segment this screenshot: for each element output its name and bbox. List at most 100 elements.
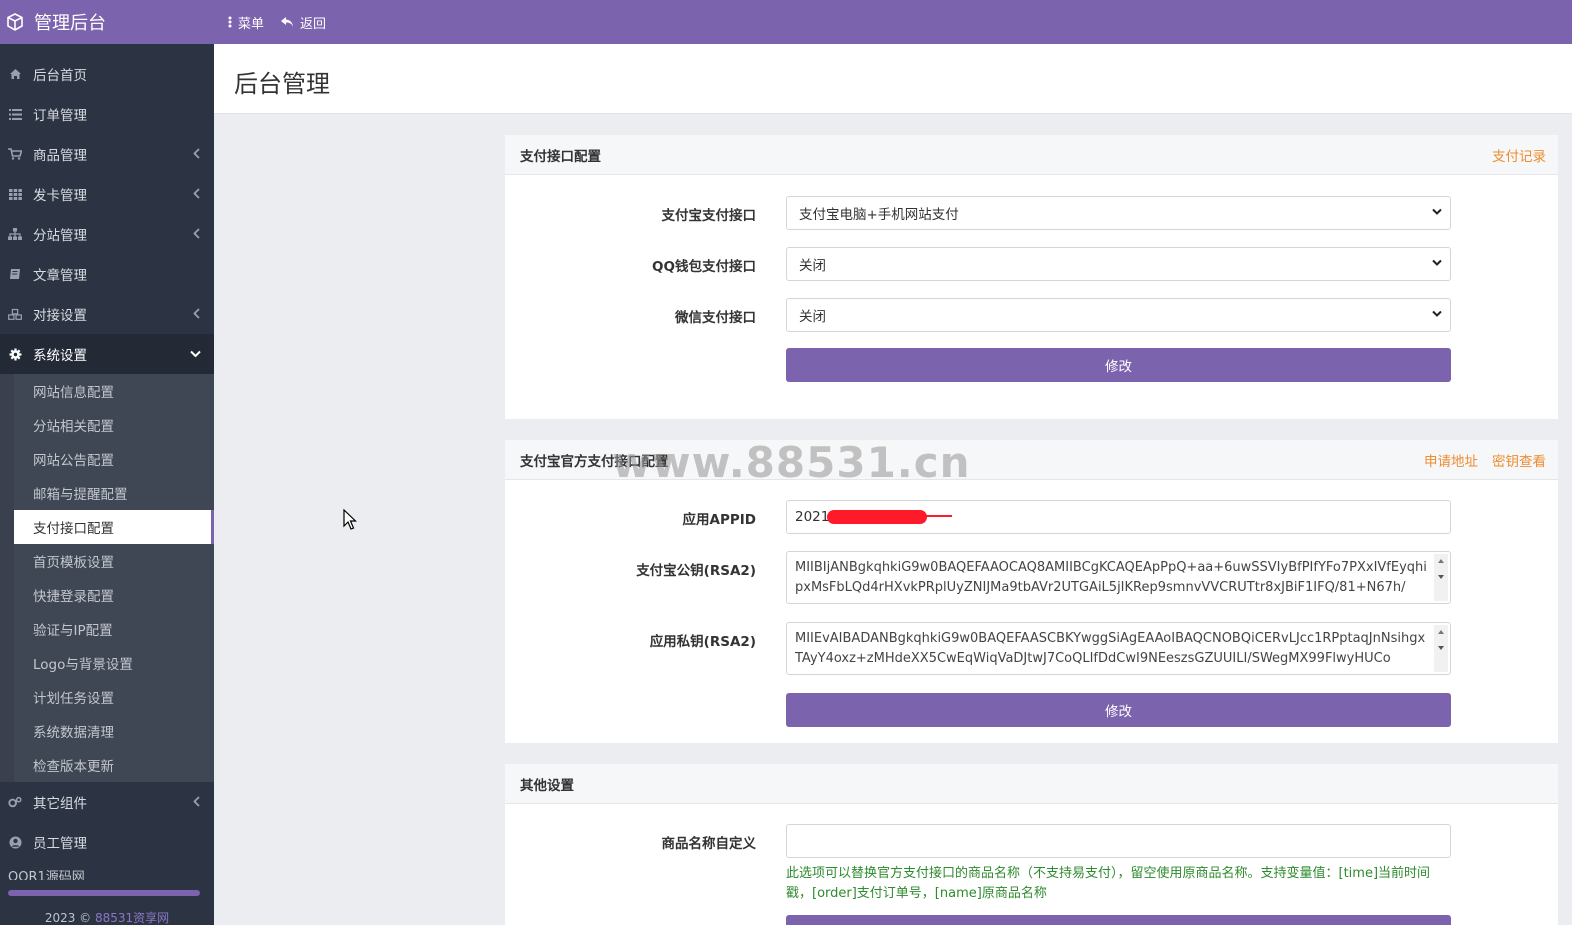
textarea-scrollbar[interactable]	[1434, 625, 1448, 672]
scroll-up-icon	[1438, 559, 1444, 563]
chevron-left-icon	[193, 188, 200, 199]
ellipsis-vertical-icon	[228, 16, 232, 28]
sitemap-icon	[8, 227, 22, 241]
sidebar: 后台首页 订单管理 商品管理 发卡管理 分站管理 文章管理 对接设置 系统设置 …	[0, 44, 214, 925]
sidebar-item-partial[interactable]: QQR1源码网	[0, 862, 214, 880]
sidebar-item-articles[interactable]: 文章管理	[0, 254, 214, 294]
submenu-item-announcement[interactable]: 网站公告配置	[0, 442, 214, 476]
submenu-item-logo-bg[interactable]: Logo与背景设置	[0, 646, 214, 680]
payment-submit-button[interactable]: 修改	[786, 348, 1451, 382]
panel-title: 支付接口配置	[520, 148, 601, 165]
redaction-mark-tail	[922, 515, 952, 517]
sidebar-item-other-components[interactable]: 其它组件	[0, 782, 214, 822]
sidebar-item-home[interactable]: 后台首页	[0, 54, 214, 94]
chevron-left-icon	[193, 228, 200, 239]
submenu-item-site-info[interactable]: 网站信息配置	[0, 374, 214, 408]
panel-title: 其他设置	[520, 777, 574, 794]
app-privkey-row: 应用私钥(RSA2) MIIEvAIBADANBgkqhkiG9w0BAQEFA…	[505, 622, 1558, 675]
submenu-item-verify-ip[interactable]: 验证与IP配置	[0, 612, 214, 646]
textarea-value: MIIBIjANBgkqhkiG9w0BAQEFAAOCAQ8AMIIBCgKC…	[795, 560, 1427, 595]
product-name-control: 此选项可以替换官方支付接口的商品名称（不支持易支付），留空使用原商品名称。支持变…	[786, 824, 1451, 904]
apply-address-link[interactable]: 申请地址	[1424, 450, 1478, 470]
chevron-down-icon	[1432, 259, 1442, 266]
cubes-icon	[8, 307, 22, 321]
alipay-submit-button[interactable]: 修改	[786, 693, 1451, 727]
appid-input[interactable]: 2021	[786, 500, 1451, 534]
submenu-item-cron[interactable]: 计划任务设置	[0, 680, 214, 714]
menu-label: 菜单	[238, 16, 265, 32]
sidebar-item-system-settings[interactable]: 系统设置	[0, 334, 214, 374]
sidebar-item-substations[interactable]: 分站管理	[0, 214, 214, 254]
copyright-link[interactable]: 88531资享网	[95, 911, 169, 925]
chevron-left-icon	[193, 308, 200, 319]
payment-records-link[interactable]: 支付记录	[1492, 145, 1546, 165]
sidebar-scrollbar[interactable]	[8, 890, 200, 896]
submenu-item-quick-login[interactable]: 快捷登录配置	[0, 578, 214, 612]
appid-row: 应用APPID 2021	[505, 500, 1558, 534]
field-label: QQ钱包支付接口	[652, 259, 756, 275]
sidebar-item-label: 员工管理	[33, 836, 87, 852]
page-title: 后台管理	[234, 70, 330, 98]
back-button[interactable]: 返回	[280, 13, 326, 32]
sidebar-item-products[interactable]: 商品管理	[0, 134, 214, 174]
scroll-down-icon	[1438, 575, 1444, 579]
chevron-left-icon	[193, 148, 200, 159]
submenu-item-data-clean[interactable]: 系统数据清理	[0, 714, 214, 748]
sidebar-item-label: 分站管理	[33, 228, 87, 244]
qq-wallet-interface-row: QQ钱包支付接口 关闭	[505, 247, 1558, 281]
watermark: www.88531.cn	[612, 438, 971, 487]
alipay-pubkey-textarea[interactable]: MIIBIjANBgkqhkiG9w0BAQEFAAOCAQ8AMIIBCgKC…	[786, 551, 1451, 604]
field-label: 支付宝支付接口	[661, 208, 757, 224]
submenu-item-update[interactable]: 检查版本更新	[0, 748, 214, 782]
field-label: 应用APPID	[682, 512, 756, 528]
redaction-mark	[827, 510, 927, 524]
wechat-interface-select[interactable]: 关闭	[786, 298, 1451, 332]
field-label: 商品名称自定义	[661, 836, 757, 852]
submenu-item-template[interactable]: 首页模板设置	[0, 544, 214, 578]
submenu-item-payment[interactable]: 支付接口配置	[14, 510, 214, 544]
key-view-link[interactable]: 密钥查看	[1492, 450, 1546, 470]
product-name-input[interactable]	[786, 824, 1451, 858]
other-submit-button[interactable]	[786, 915, 1451, 925]
top-bar: 管理后台 菜单 返回	[0, 0, 1572, 44]
submenu-item-substation-config[interactable]: 分站相关配置	[0, 408, 214, 442]
select-value: 支付宝电脑+手机网站支付	[799, 207, 959, 223]
home-icon	[8, 67, 22, 81]
menu-toggle-button[interactable]: 菜单	[228, 13, 264, 32]
textarea-scrollbar[interactable]	[1434, 554, 1448, 601]
chevron-down-icon	[190, 350, 201, 358]
sidebar-item-staff[interactable]: 员工管理	[0, 822, 214, 862]
app-privkey-textarea[interactable]: MIIEvAIBADANBgkqhkiG9w0BAQEFAASCBKYwggSi…	[786, 622, 1451, 675]
content-header: 后台管理	[214, 44, 1572, 114]
book-icon	[8, 267, 22, 281]
cart-icon	[8, 147, 22, 161]
app-title: 管理后台	[34, 13, 106, 34]
alipay-pubkey-row: 支付宝公钥(RSA2) MIIBIjANBgkqhkiG9w0BAQEFAAOC…	[505, 551, 1558, 604]
field-label: 支付宝公钥(RSA2)	[636, 563, 756, 579]
copyright-year: 2023 ©	[44, 911, 92, 925]
gears-icon	[8, 795, 22, 809]
chevron-down-icon	[1432, 310, 1442, 317]
sidebar-item-label: 文章管理	[33, 268, 87, 284]
sidebar-item-integration[interactable]: 对接设置	[0, 294, 214, 334]
alipay-interface-row: 支付宝支付接口 支付宝电脑+手机网站支付	[505, 196, 1558, 230]
sidebar-item-orders[interactable]: 订单管理	[0, 94, 214, 134]
sidebar-item-cards[interactable]: 发卡管理	[0, 174, 214, 214]
select-value: 关闭	[799, 258, 826, 274]
panel-links: 支付记录	[1478, 135, 1546, 175]
panel-header: 其他设置	[505, 764, 1558, 804]
sidebar-item-label: 系统设置	[33, 348, 87, 364]
input-value: 2021	[795, 509, 830, 525]
panel-header: 支付接口配置 支付记录	[505, 135, 1558, 175]
alipay-interface-select[interactable]: 支付宝电脑+手机网站支付	[786, 196, 1451, 230]
qq-wallet-interface-select[interactable]: 关闭	[786, 247, 1451, 281]
brand[interactable]: 管理后台	[0, 0, 214, 44]
cube-icon	[7, 13, 23, 31]
sidebar-item-label: 其它组件	[33, 796, 87, 812]
product-name-help: 此选项可以替换官方支付接口的商品名称（不支持易支付），留空使用原商品名称。支持变…	[786, 866, 1431, 901]
submenu-item-email[interactable]: 邮箱与提醒配置	[0, 476, 214, 510]
copyright: 2023 © 88531资享网	[0, 909, 214, 925]
field-label: 应用私钥(RSA2)	[649, 634, 756, 650]
payment-config-panel: 支付接口配置 支付记录 支付宝支付接口 支付宝电脑+手机网站支付 QQ钱包支付接…	[505, 135, 1558, 419]
